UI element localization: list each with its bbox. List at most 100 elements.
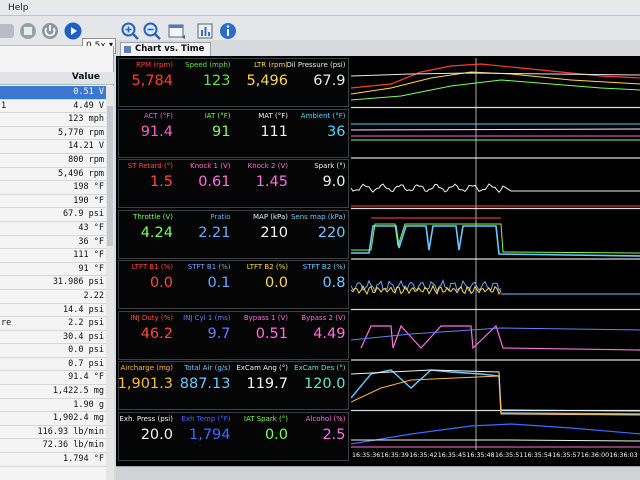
parameter-value: 2.2 psi <box>68 318 104 329</box>
chart-trace <box>351 225 640 257</box>
parameter-value: 2.22 <box>83 290 104 301</box>
list-item[interactable]: 91 °F <box>0 263 106 277</box>
gauge-cell[interactable]: LTFT B1 (%) 0.0 <box>119 261 176 308</box>
gauge-cell[interactable]: Oil Pressure (psi) 67.9 <box>286 59 349 106</box>
parameter-value: 14.4 psi <box>63 304 104 315</box>
gauge-cell[interactable]: Sens map (kPa) 220 <box>291 211 349 258</box>
gauge-cell[interactable]: Bypass 2 (V) 4.49 <box>292 312 349 359</box>
gauge-cell[interactable]: STFT B2 (%) 0.8 <box>292 261 349 308</box>
gauge-panel-icon[interactable] <box>195 21 215 41</box>
gauge-cell[interactable]: ACT (°F) 91.4 <box>119 110 176 157</box>
list-item[interactable]: 5,770 rpm <box>0 127 106 141</box>
gauge-cell[interactable]: LTR (rpm) 5,496 <box>234 59 291 106</box>
gauge-label: Exh Temp (°F) <box>181 414 231 423</box>
list-item[interactable]: 14.21 V <box>0 140 106 154</box>
record-icon[interactable] <box>0 21 16 41</box>
list-item[interactable]: 0.51 V <box>0 86 106 100</box>
list-item[interactable]: 0.7 psi <box>0 358 106 372</box>
list-item[interactable]: 31.986 psi <box>0 276 106 290</box>
stop-icon[interactable] <box>18 21 38 41</box>
time-tick-label: 16:35:48 <box>466 452 495 459</box>
list-item[interactable]: re 2.2 psi <box>0 317 106 331</box>
gauge-cell[interactable]: MAT (°F) 111 <box>234 110 291 157</box>
list-item[interactable]: 198 °F <box>0 181 106 195</box>
gauge-value: 119.7 <box>246 376 288 392</box>
gauge-value: 4.24 <box>140 224 173 241</box>
gauge-cell[interactable]: Exh Temp (°F) 1,794 <box>177 413 234 460</box>
list-item[interactable]: 2.22 <box>0 290 106 304</box>
gauge-group: Throttle (V) 4.24 Pratio 2.21 MAP (kPa) 210 Se… <box>118 209 349 259</box>
menu-help[interactable]: Help <box>8 3 29 13</box>
gauge-cell[interactable]: IAT (°F) 91 <box>177 110 234 157</box>
list-item[interactable]: 111 °F <box>0 249 106 263</box>
gauge-cell[interactable]: Bypass 1 (V) 0.51 <box>234 312 291 359</box>
list-item[interactable]: 91.4 °F <box>0 371 106 386</box>
gauge-value: 1.5 <box>149 174 173 190</box>
time-chart[interactable] <box>351 58 640 464</box>
gauge-cell[interactable]: Ambient (°F) 36 <box>292 110 349 157</box>
list-item[interactable]: 1.90 g <box>0 399 106 413</box>
list-item[interactable]: 67.9 psi <box>0 208 106 222</box>
gauge-cell[interactable]: IAT Spark (°) 0.0 <box>234 413 291 460</box>
gauge-value: 5,496 <box>246 73 288 89</box>
list-item[interactable]: 0.0 psi <box>0 344 106 358</box>
gauge-cell[interactable]: INJ Cyl 1 (ms) 9.7 <box>177 312 234 359</box>
parameter-value: 0.0 psi <box>68 345 104 356</box>
gauge-cell[interactable]: Knock 2 (V) 1.45 <box>234 160 291 207</box>
scrollbar-thumb[interactable] <box>107 106 113 246</box>
gauge-cell[interactable]: ExCam Des (°) 120.0 <box>292 362 349 409</box>
info-icon[interactable] <box>218 21 238 41</box>
gauge-label: IAT (°F) <box>204 111 231 120</box>
parameter-value: 31.986 psi <box>52 277 104 288</box>
status-bar <box>116 466 640 480</box>
power-icon[interactable] <box>40 21 60 41</box>
gauge-cell[interactable]: LTFT B2 (%) 0.0 <box>234 261 291 308</box>
list-item[interactable]: 190 °F <box>0 195 106 209</box>
gauge-cell[interactable]: MAP (kPa) 210 <box>234 211 291 258</box>
gauge-cell[interactable]: Pratio 2.21 <box>177 211 234 258</box>
parameter-list-panel: Value 0.51 V 1 4.49 V 123 mph 5,770 rpm 14.21… <box>0 46 114 480</box>
gauge-value: 2.21 <box>198 224 231 241</box>
list-item[interactable]: 14.4 psi <box>0 304 106 318</box>
gauge-label: INJ Cyl 1 (ms) <box>183 313 231 322</box>
list-item[interactable]: 36 °F <box>0 236 106 250</box>
parameter-list-scrollbar[interactable] <box>106 86 114 480</box>
gauge-cell[interactable]: STFT B1 (%) 0.1 <box>177 261 234 308</box>
gauge-cell[interactable]: INJ Duty (%) 46.2 <box>119 312 176 359</box>
tab-chart-vs-time[interactable]: Chart vs. Time <box>120 42 212 56</box>
gauge-cell[interactable]: RPM (rpm) 5,784 <box>119 59 176 106</box>
gauge-cell[interactable]: Aircharge (mg) 1,901.3 <box>118 362 176 409</box>
layout-icon[interactable] <box>167 21 187 41</box>
list-item[interactable]: 1,422.5 mg <box>0 385 106 399</box>
gauge-value: 0.51 <box>255 325 288 342</box>
gauge-cell[interactable]: ST Retard (°) 1.5 <box>119 160 176 207</box>
list-item[interactable]: 1.794 °F <box>0 453 106 467</box>
gauge-cell[interactable]: ExCam Ang (°) 119.7 <box>234 362 291 409</box>
gauge-cell[interactable]: Speed (mph) 123 <box>177 59 234 106</box>
gauge-cell[interactable]: Alcohol (%) 2.5 <box>292 413 349 460</box>
gauge-label: Speed (mph) <box>185 61 231 69</box>
zoom-in-icon[interactable] <box>120 21 140 41</box>
play-icon[interactable] <box>63 21 83 41</box>
gauge-cell[interactable]: Spark (°) 9.0 <box>292 160 349 207</box>
gauge-cell[interactable]: Throttle (V) 4.24 <box>119 211 176 258</box>
zoom-out-icon[interactable] <box>142 21 162 41</box>
gauge-cell[interactable]: Total Air (g/s) 887.13 <box>177 362 234 409</box>
parameter-value: 1.794 °F <box>63 454 104 465</box>
list-item[interactable]: 30.4 psi <box>0 331 106 345</box>
list-item[interactable]: 116.93 lb/min <box>0 426 106 440</box>
list-item[interactable]: 1,902.4 mg <box>0 412 106 426</box>
chart-trace <box>351 327 640 341</box>
chart-trace <box>351 279 502 293</box>
list-item[interactable]: 72.36 lb/min <box>0 439 106 454</box>
gauge-label: ST Retard (°) <box>127 162 173 170</box>
gauge-value: 0.61 <box>198 174 231 190</box>
list-item[interactable]: 43 °F <box>0 222 106 236</box>
value-column-header[interactable]: Value <box>0 72 114 85</box>
list-item[interactable]: 5,496 rpm <box>0 168 106 182</box>
gauge-cell[interactable]: Exh. Press (psi) 20.0 <box>119 413 176 460</box>
list-item[interactable]: 123 mph <box>0 113 106 127</box>
list-item[interactable]: 1 4.49 V <box>0 100 106 114</box>
gauge-cell[interactable]: Knock 1 (V) 0.61 <box>177 160 234 207</box>
list-item[interactable]: 800 rpm <box>0 154 106 168</box>
